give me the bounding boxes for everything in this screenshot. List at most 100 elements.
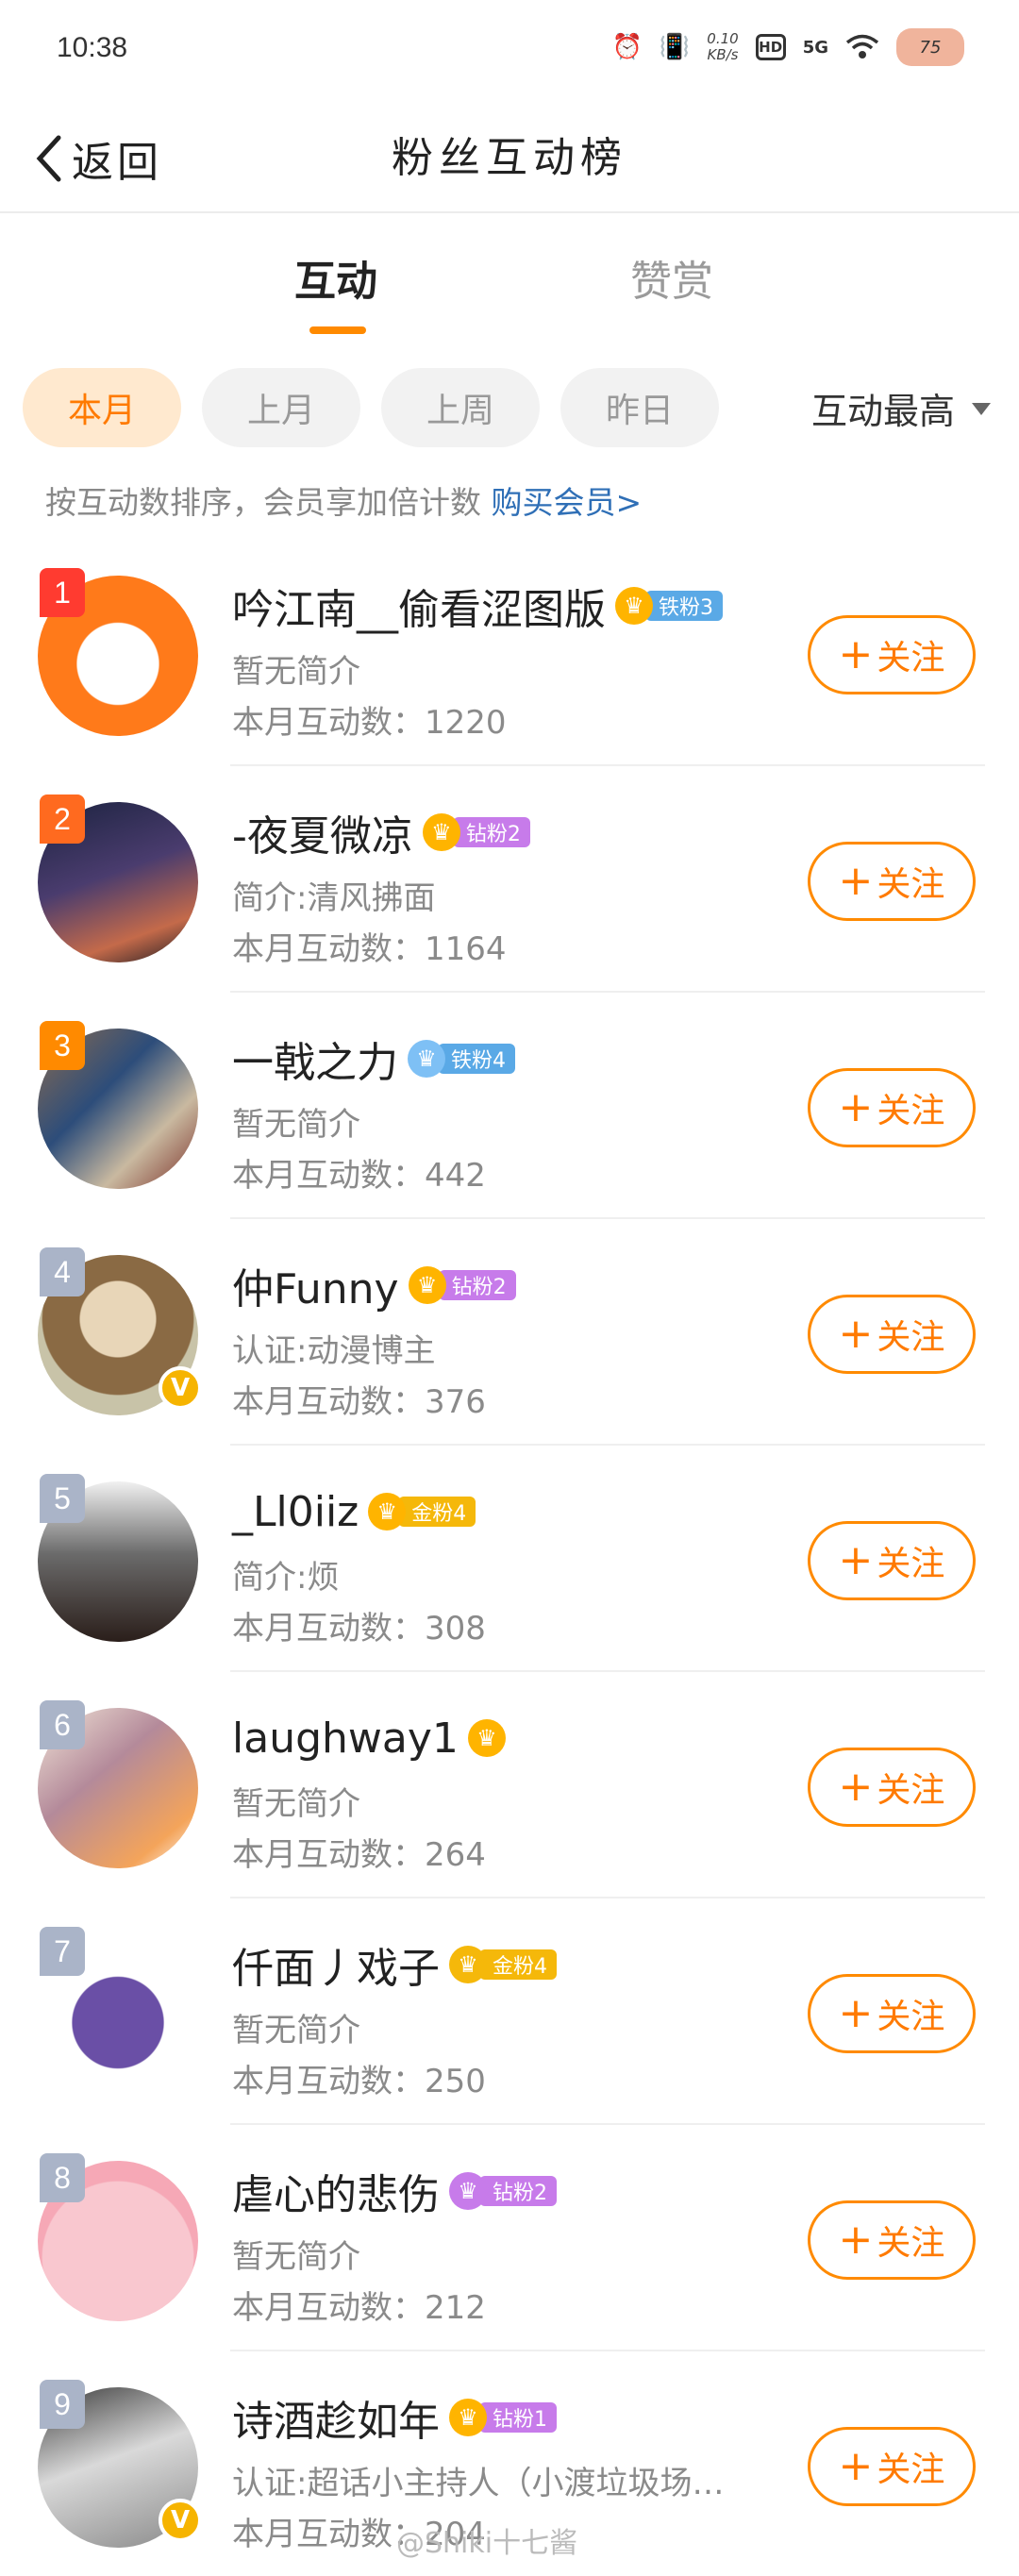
fan-badge: ♛ 钻粉2 — [408, 1266, 516, 1304]
buy-membership-link[interactable]: 购买会员> — [492, 484, 643, 521]
avatar[interactable]: 8 — [38, 2153, 198, 2321]
divider — [230, 2350, 985, 2351]
user-name[interactable]: 诗酒趁如年 — [232, 2387, 440, 2448]
filter-this-month[interactable]: 本月 — [23, 368, 181, 447]
follow-button[interactable]: + 关注 — [808, 842, 976, 921]
user-name[interactable]: laughway1 — [232, 1715, 459, 1763]
name-line: 吟江南__偷看涩图版 ♛ 铁粉3 — [232, 577, 723, 634]
rank-badge: 1 — [40, 568, 85, 617]
interaction-count: 本月互动数：212 — [232, 2289, 486, 2327]
user-name[interactable]: 虐心的悲伤 — [232, 2161, 440, 2221]
network-speed-value: 0.10 — [707, 30, 739, 47]
follow-button[interactable]: + 关注 — [808, 615, 976, 694]
divider — [230, 764, 985, 766]
fan-badge: ♛ — [467, 1719, 506, 1757]
plus-icon: + — [838, 630, 874, 678]
follow-button[interactable]: + 关注 — [808, 1748, 976, 1827]
fan-badge-label: 铁粉3 — [645, 591, 723, 621]
user-description: 暂无简介 — [232, 653, 360, 691]
user-name[interactable]: -夜夏微凉 — [232, 802, 413, 862]
page-title: 粉丝互动榜 — [392, 134, 627, 182]
plus-icon: + — [838, 1083, 874, 1131]
user-description: 暂无简介 — [232, 2012, 360, 2049]
list-item[interactable]: 4 V 仲Funny ♛ 钻粉2 认证:动漫博主 本月互动数：376 + 关注 — [0, 1236, 1019, 1463]
rank-badge: 7 — [40, 1927, 85, 1976]
fan-badge: ♛ 金粉4 — [368, 1493, 476, 1531]
user-name[interactable]: 仲Funny — [232, 1255, 399, 1315]
verified-icon: V — [159, 2499, 202, 2542]
follow-label: 关注 — [877, 639, 945, 677]
follow-button[interactable]: + 关注 — [808, 2200, 976, 2280]
name-line: -夜夏微凉 ♛ 钻粉2 — [232, 804, 530, 861]
interaction-count: 本月互动数：264 — [232, 1836, 486, 1874]
list-item[interactable]: 7 仟面丿戏子 ♛ 金粉4 暂无简介 本月互动数：250 + 关注 — [0, 1915, 1019, 2142]
interaction-count: 本月互动数：308 — [232, 1610, 486, 1648]
sort-dropdown[interactable]: 互动最高 — [811, 368, 991, 447]
divider — [230, 1217, 985, 1219]
user-name[interactable]: 吟江南__偷看涩图版 — [232, 576, 606, 636]
follow-button[interactable]: + 关注 — [808, 1974, 976, 2053]
user-name[interactable]: 一戟之力 — [232, 1029, 398, 1089]
list-item[interactable]: 6 laughway1 ♛ 暂无简介 本月互动数：264 + 关注 — [0, 1689, 1019, 1915]
avatar[interactable]: 7 — [38, 1927, 198, 2095]
vibrate-icon: 📳 — [659, 33, 691, 61]
fan-badge: ♛ 金粉4 — [449, 1946, 557, 1983]
follow-label: 关注 — [877, 1545, 945, 1583]
list-item[interactable]: 2 -夜夏微凉 ♛ 钻粉2 简介:清风拂面 本月互动数：1164 + 关注 — [0, 783, 1019, 1010]
filter-last-week[interactable]: 上周 — [381, 368, 540, 447]
filter-last-month[interactable]: 上月 — [202, 368, 360, 447]
fan-badge-label: 钻粉2 — [452, 817, 530, 847]
follow-label: 关注 — [877, 1092, 945, 1130]
tab-indicator — [309, 326, 366, 334]
status-bar: 10:38 ⏰ 📳 0.10 KB/s HD 5G 75 — [0, 0, 1019, 104]
fan-badge-label: 钻粉1 — [479, 2402, 557, 2433]
crown-icon: ♛ — [422, 813, 460, 851]
wifi-icon — [845, 34, 879, 60]
user-name[interactable]: 仟面丿戏子 — [232, 1934, 440, 1995]
list-item[interactable]: 1 吟江南__偷看涩图版 ♛ 铁粉3 暂无简介 本月互动数：1220 + 关注 — [0, 557, 1019, 783]
user-description: 暂无简介 — [232, 2238, 360, 2276]
avatar[interactable]: 6 — [38, 1700, 198, 1868]
interaction-count: 本月互动数：1164 — [232, 930, 507, 968]
fan-badge-label: 铁粉4 — [438, 1044, 515, 1074]
name-line: 诗酒趁如年 ♛ 钻粉1 — [232, 2389, 557, 2446]
fan-badge: ♛ 铁粉4 — [408, 1040, 515, 1078]
follow-button[interactable]: + 关注 — [808, 1068, 976, 1147]
list-item[interactable]: 5 _Ll0iiz ♛ 金粉4 简介:烦 本月互动数：308 + 关注 — [0, 1463, 1019, 1689]
tab-interaction[interactable]: 互动 — [294, 247, 377, 308]
avatar[interactable]: 4 V — [38, 1247, 202, 1415]
fan-badge: ♛ 钻粉2 — [449, 2172, 557, 2210]
plus-icon: + — [838, 857, 874, 905]
filter-yesterday[interactable]: 昨日 — [560, 368, 719, 447]
follow-button[interactable]: + 关注 — [808, 2427, 976, 2506]
user-description: 认证:动漫博主 — [232, 1332, 436, 1370]
fan-badge-label: 金粉4 — [398, 1497, 476, 1527]
caret-down-icon — [972, 402, 991, 415]
divider — [230, 1897, 985, 1899]
avatar[interactable]: 2 — [38, 795, 198, 962]
list-item[interactable]: 3 一戟之力 ♛ 铁粉4 暂无简介 本月互动数：442 + 关注 — [0, 1010, 1019, 1236]
avatar[interactable]: 1 — [38, 568, 198, 736]
follow-button[interactable]: + 关注 — [808, 1521, 976, 1600]
network-speed-unit: KB/s — [707, 46, 739, 63]
user-name[interactable]: _Ll0iiz — [232, 1488, 359, 1536]
crown-icon: ♛ — [467, 1719, 506, 1757]
sort-label: 互动最高 — [810, 390, 955, 432]
divider — [230, 1444, 985, 1446]
rank-badge: 4 — [40, 1247, 85, 1296]
avatar[interactable]: 5 — [38, 1474, 198, 1642]
follow-button[interactable]: + 关注 — [808, 1295, 976, 1374]
rank-badge: 2 — [40, 795, 85, 844]
watermark: @Shiki十七酱 — [396, 2527, 578, 2560]
plus-icon: + — [838, 1310, 874, 1358]
divider — [230, 2123, 985, 2125]
follow-label: 关注 — [877, 2451, 945, 2489]
list-item[interactable]: 8 虐心的悲伤 ♛ 钻粉2 暂无简介 本月互动数：212 + 关注 — [0, 2142, 1019, 2368]
avatar[interactable]: 9 V — [38, 2380, 202, 2548]
battery-icon: 75 — [896, 28, 964, 66]
tab-reward[interactable]: 赞赏 — [630, 247, 713, 308]
status-time: 10:38 — [57, 32, 128, 63]
avatar[interactable]: 3 — [38, 1021, 198, 1189]
crown-icon: ♛ — [408, 1040, 445, 1078]
filter-bar: 本月 上月 上周 昨日 互动最高 — [23, 368, 1004, 449]
